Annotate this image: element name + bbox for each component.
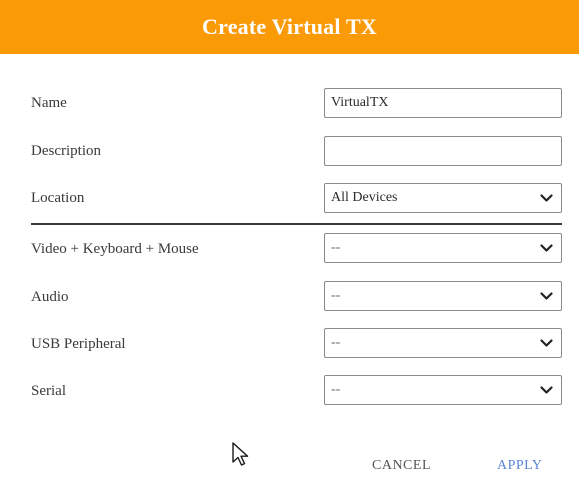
- audio-select-value: --: [331, 288, 341, 303]
- video-keyboard-mouse-select-value: --: [331, 240, 341, 255]
- chevron-down-icon: [540, 292, 553, 300]
- name-label: Name: [31, 95, 67, 111]
- cancel-button[interactable]: CANCEL: [372, 458, 431, 474]
- chevron-down-icon: [540, 339, 553, 347]
- name-input-value: VirtualTX: [331, 95, 389, 110]
- chevron-down-icon: [540, 194, 553, 202]
- create-virtual-tx-dialog: Create Virtual TX Name VirtualTX Descrip…: [0, 0, 579, 492]
- location-label: Location: [31, 190, 85, 206]
- location-select-value: All Devices: [331, 190, 398, 205]
- audio-label: Audio: [31, 289, 69, 305]
- audio-select[interactable]: --: [324, 281, 562, 311]
- chevron-down-icon: [540, 386, 553, 394]
- section-divider: [31, 223, 562, 225]
- serial-select-value: --: [331, 382, 341, 397]
- apply-button[interactable]: APPLY: [497, 458, 542, 474]
- mouse-pointer-icon: [232, 442, 249, 466]
- dialog-header: Create Virtual TX: [0, 0, 579, 54]
- video-keyboard-mouse-select[interactable]: --: [324, 233, 562, 263]
- name-input[interactable]: VirtualTX: [324, 88, 562, 118]
- serial-label: Serial: [31, 383, 66, 399]
- location-select[interactable]: All Devices: [324, 183, 562, 213]
- usb-peripheral-label: USB Peripheral: [31, 336, 126, 352]
- video-keyboard-mouse-label: Video + Keyboard + Mouse: [31, 241, 199, 257]
- description-input[interactable]: [324, 136, 562, 166]
- usb-peripheral-select-value: --: [331, 335, 341, 350]
- usb-peripheral-select[interactable]: --: [324, 328, 562, 358]
- serial-select[interactable]: --: [324, 375, 562, 405]
- chevron-down-icon: [540, 244, 553, 252]
- dialog-title: Create Virtual TX: [202, 14, 377, 39]
- description-label: Description: [31, 143, 101, 159]
